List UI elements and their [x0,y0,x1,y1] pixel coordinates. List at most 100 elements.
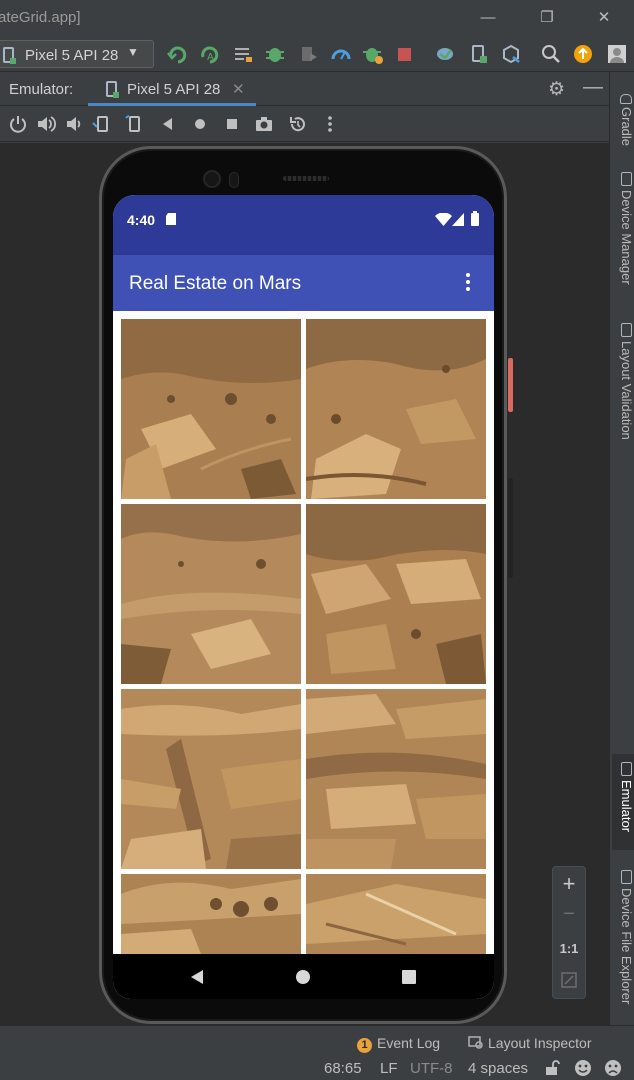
event-log-badge: 1 [357,1038,372,1053]
more-options-icon[interactable] [320,114,340,134]
overflow-menu-icon[interactable] [465,271,471,293]
window-title: ateGrid.app] [0,9,81,26]
mars-photo[interactable] [121,689,301,869]
apply-changes-restart-icon[interactable] [166,43,188,65]
sd-card-icon [166,213,176,225]
wifi-icon [435,213,452,226]
svg-text:A: A [207,52,214,63]
mars-photo[interactable] [121,319,301,499]
profiler-icon[interactable] [330,43,352,65]
side-volume-button[interactable] [508,478,513,578]
gear-icon[interactable]: ⚙ [548,78,565,101]
layout-validation-icon [620,323,632,337]
volume-up-icon[interactable] [36,114,57,134]
stop-icon[interactable] [394,43,416,65]
home-icon[interactable] [190,114,210,134]
update-icon[interactable] [572,43,594,65]
mars-photo[interactable] [306,319,486,499]
fit-screen-icon [561,972,577,988]
sdk-manager-icon[interactable] [500,43,522,65]
mars-photo[interactable] [306,874,486,954]
device-screen[interactable]: 4:40 Real Estate on Mars [113,195,494,999]
layout-inspector-button[interactable]: Layout Inspector [468,1035,592,1051]
logcat-icon[interactable] [232,43,254,65]
status-time: 4:40 [127,212,156,228]
side-power-button[interactable] [508,358,513,412]
sidebar-tab-device-file-explorer[interactable]: Device File Explorer [612,870,634,1004]
chevron-down-icon: ▼ [127,45,139,59]
minimize-window-button[interactable]: — [476,6,500,30]
file-encoding[interactable]: UTF-8 [410,1060,453,1077]
android-status-bar: 4:40 [113,195,494,255]
app-bar: Real Estate on Mars [113,255,494,311]
layout-inspector-icon [468,1036,483,1049]
volume-down-icon[interactable] [64,114,84,134]
sidebar-tab-label: Emulator [619,780,634,833]
debug-attach-icon[interactable] [362,43,384,65]
feedback-happy-icon[interactable] [574,1059,592,1077]
cursor-position[interactable]: 68:65 [324,1060,362,1077]
front-camera [203,170,221,188]
feedback-sad-icon[interactable] [604,1059,622,1077]
mars-photo[interactable] [306,504,486,684]
title-bar: ateGrid.app] — ❐ ✕ [0,0,634,36]
back-icon[interactable] [158,114,178,134]
device-manager-icon[interactable] [468,43,490,65]
camera-icon[interactable] [254,114,274,134]
sidebar-tab-label: Layout Validation [619,341,634,440]
attach-debugger-icon[interactable] [298,43,320,65]
overview-icon[interactable] [222,114,242,134]
mars-photo[interactable] [306,689,486,869]
app-title: Real Estate on Mars [129,273,302,294]
event-log-label: Event Log [377,1035,441,1051]
sidebar-tab-device-manager[interactable]: Device Manager [612,172,634,285]
rotate-left-icon[interactable] [92,114,112,134]
nav-back-icon[interactable] [189,969,205,985]
sidebar-tab-label: Device Manager [619,190,634,285]
zoom-out-button[interactable]: − [553,903,585,926]
elephant-icon [620,94,632,104]
nav-recents-icon[interactable] [401,969,417,985]
mars-photo[interactable] [121,504,301,684]
power-icon[interactable] [8,114,28,134]
zoom-in-button[interactable]: + [553,871,585,897]
right-tool-window-bar: Gradle Device Manager Layout Validation … [609,72,634,1025]
camera-sensor [229,172,239,188]
fit-screen-button[interactable] [553,971,585,996]
android-studio-window: ateGrid.app] — ❐ ✕ Pixel 5 API 28 ▼ A Em… [0,0,634,1080]
close-window-button[interactable]: ✕ [592,6,616,30]
emulator-controls [0,106,609,142]
photo-grid [113,311,494,954]
nav-home-icon[interactable] [295,969,311,985]
device-selector-label: Pixel 5 API 28 [25,47,119,64]
event-log-button[interactable]: 1 Event Log [357,1035,440,1053]
actual-size-button[interactable]: 1:1 [553,941,585,956]
sidebar-tab-emulator[interactable]: Emulator [612,754,634,850]
sidebar-tab-label: Gradle [619,107,634,147]
phone-icon [106,81,119,98]
line-separator[interactable]: LF [380,1060,398,1077]
sync-project-icon[interactable] [434,43,456,65]
debug-icon[interactable] [264,43,286,65]
device-selector[interactable]: Pixel 5 API 28 ▼ [0,40,154,68]
snapshot-icon[interactable] [288,114,308,134]
ide-status-bar: 1 Event Log Layout Inspector 68:65 LF UTF… [0,1025,634,1080]
rotate-right-icon[interactable] [124,114,144,134]
search-icon[interactable] [540,43,562,65]
indent-setting[interactable]: 4 spaces [468,1060,528,1077]
hide-panel-icon[interactable]: — [583,76,603,99]
emulator-tool-window-header: Emulator: Pixel 5 API 28 ✕ ⚙ — [0,72,609,106]
device-manager-icon [620,172,632,186]
phone-icon [3,47,16,64]
sidebar-tab-layout-validation[interactable]: Layout Validation [612,323,634,440]
lock-icon[interactable] [544,1060,560,1076]
signal-icon [452,213,464,226]
zoom-controls: + − 1:1 [552,866,586,999]
close-tab-icon[interactable]: ✕ [232,80,245,98]
tab-pixel-5-api-28[interactable]: Pixel 5 API 28 ✕ [88,72,256,106]
mars-photo[interactable] [121,874,301,954]
restore-window-button[interactable]: ❐ [535,6,559,30]
sidebar-tab-gradle[interactable]: Gradle [612,94,634,146]
account-icon[interactable] [606,43,628,65]
apply-code-changes-icon[interactable]: A [198,43,220,65]
